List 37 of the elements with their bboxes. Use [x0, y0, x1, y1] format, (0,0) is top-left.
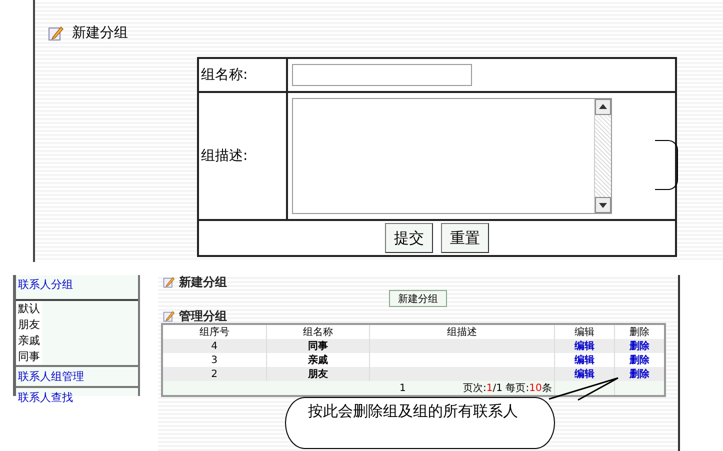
callout-bubble: 按此会删除组及组的所有联系人 [285, 397, 555, 449]
sidebar-link[interactable]: 联系人查找 [16, 386, 138, 407]
column-header: 组名称 [302, 327, 333, 338]
group-item[interactable]: 默认 [16, 301, 42, 317]
table-cell: 朋友 [308, 369, 328, 380]
group-item[interactable]: 同事 [16, 349, 42, 365]
field-label: 组名称: [201, 67, 248, 83]
group-item[interactable]: 亲戚 [16, 333, 42, 349]
table-cell: 同事 [308, 341, 328, 352]
form-button[interactable]: 重置 [441, 223, 489, 253]
page-number: 1 [399, 383, 406, 394]
column-header: 组序号 [199, 327, 230, 338]
sidebar-link[interactable]: 联系人组管理 [16, 365, 138, 386]
edit-pencil-icon [48, 25, 64, 41]
delete-link[interactable]: 删除 [630, 355, 650, 366]
table-cell: 亲戚 [308, 355, 328, 366]
name-input[interactable] [292, 64, 472, 86]
edit-pencil-icon [163, 310, 175, 322]
column-header: 组描述 [447, 327, 478, 338]
bracket-mark [655, 140, 678, 190]
new-group-button[interactable]: 新建分组 [389, 290, 447, 307]
table-cell: 2 [211, 368, 218, 380]
edit-link[interactable]: 编辑 [574, 355, 595, 366]
section-title: 新建分组 [179, 276, 227, 288]
table-cell: 3 [211, 354, 218, 366]
section-title: 管理分组 [179, 310, 227, 322]
form-title: 新建分组 [72, 24, 128, 42]
pager-text: 页次:1/1 每页:10条 [463, 383, 552, 394]
edit-pencil-icon [163, 276, 175, 288]
field-label: 组描述: [201, 148, 248, 164]
scroll-down-icon[interactable] [595, 197, 611, 213]
scroll-up-icon[interactable] [595, 99, 611, 115]
column-header: 编辑 [574, 327, 595, 338]
group-item[interactable]: 朋友 [16, 317, 42, 333]
table-cell: 4 [211, 340, 218, 352]
column-header: 删除 [630, 327, 650, 338]
form-button[interactable]: 提交 [385, 223, 433, 253]
